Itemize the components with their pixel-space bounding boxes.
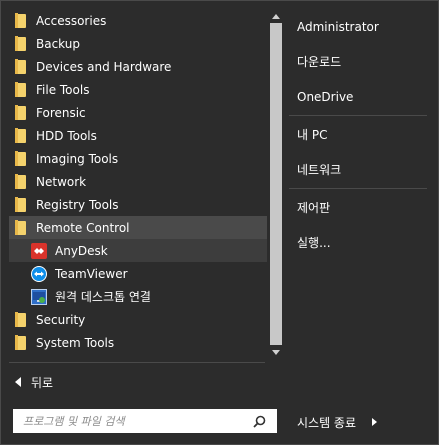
program-app-remote-desktop[interactable]: 원격 데스크톱 연결: [9, 285, 267, 308]
program-folder-network[interactable]: Network: [9, 170, 267, 193]
program-folder-remote-control[interactable]: Remote Control: [9, 216, 267, 239]
anydesk-icon: [31, 242, 47, 259]
right-panel-label: OneDrive: [297, 90, 354, 104]
network-link[interactable]: 네트워크: [289, 154, 432, 184]
divider: [9, 362, 265, 363]
folder-icon: [15, 59, 28, 74]
search-input[interactable]: [13, 410, 249, 432]
program-label: Imaging Tools: [36, 151, 119, 166]
program-label: TeamViewer: [55, 266, 128, 281]
program-folder-imaging-tools[interactable]: Imaging Tools: [9, 147, 267, 170]
downloads-link[interactable]: 다운로드: [289, 46, 432, 76]
folder-icon: [15, 82, 28, 97]
right-panel-label: 제어판: [297, 200, 331, 215]
start-menu: Accessories Backup Devices and Hardware …: [0, 0, 439, 445]
right-panel-label: 내 PC: [297, 127, 328, 142]
onedrive-link[interactable]: OneDrive: [289, 82, 432, 112]
search-box[interactable]: [13, 409, 277, 433]
program-label: Registry Tools: [36, 197, 119, 212]
program-list-panel: Accessories Backup Devices and Hardware …: [9, 9, 285, 359]
program-label: System Tools: [36, 335, 115, 350]
scroll-up-arrow-icon[interactable]: [268, 9, 284, 23]
folder-icon: [15, 197, 28, 212]
divider: [289, 188, 427, 189]
program-list: Accessories Backup Devices and Hardware …: [9, 9, 267, 359]
program-folder-registry-tools[interactable]: Registry Tools: [9, 193, 267, 216]
folder-icon: [15, 174, 28, 189]
search-icon[interactable]: [249, 411, 269, 431]
program-label: Accessories: [36, 13, 107, 28]
right-panel-label: 다운로드: [297, 54, 342, 69]
program-list-scrollbar[interactable]: [268, 9, 284, 359]
program-folder-accessories[interactable]: Accessories: [9, 9, 267, 32]
folder-open-icon: [15, 220, 28, 235]
program-folder-devices-and-hardware[interactable]: Devices and Hardware: [9, 55, 267, 78]
user-account-link[interactable]: Administrator: [289, 12, 432, 42]
right-panel-label: 실행...: [297, 235, 331, 250]
program-label: Backup: [36, 36, 80, 51]
program-label: HDD Tools: [36, 128, 97, 143]
scroll-down-arrow-icon[interactable]: [268, 345, 284, 359]
program-label: Remote Control: [36, 220, 130, 235]
back-arrow-icon: [15, 377, 21, 387]
shutdown-button[interactable]: 시스템 종료: [297, 413, 378, 431]
program-label: 원격 데스크톱 연결: [55, 290, 151, 304]
folder-icon: [15, 105, 28, 120]
folder-icon: [15, 151, 28, 166]
this-pc-link[interactable]: 내 PC: [289, 119, 432, 149]
program-app-teamviewer[interactable]: TeamViewer: [9, 262, 267, 285]
program-folder-hdd-tools[interactable]: HDD Tools: [9, 124, 267, 147]
program-folder-forensic[interactable]: Forensic: [9, 101, 267, 124]
right-panel-label: Administrator: [297, 20, 379, 34]
back-label: 뒤로: [31, 375, 54, 390]
control-panel-link[interactable]: 제어판: [289, 192, 432, 222]
program-label: Security: [36, 312, 86, 327]
run-link[interactable]: 실행...: [289, 227, 432, 257]
program-label: Devices and Hardware: [36, 59, 172, 74]
chevron-right-icon[interactable]: [372, 418, 378, 426]
back-button[interactable]: 뒤로: [15, 373, 53, 391]
program-folder-system-tools[interactable]: System Tools: [9, 331, 267, 354]
divider: [289, 115, 427, 116]
program-folder-backup[interactable]: Backup: [9, 32, 267, 55]
program-folder-security[interactable]: Security: [9, 308, 267, 331]
scrollbar-thumb[interactable]: [270, 23, 282, 345]
folder-icon: [15, 312, 28, 327]
folder-icon: [15, 128, 28, 143]
program-folder-file-tools[interactable]: File Tools: [9, 78, 267, 101]
program-app-anydesk[interactable]: AnyDesk: [9, 239, 267, 262]
teamviewer-icon: [31, 265, 47, 282]
folder-icon: [15, 13, 28, 28]
program-label: Forensic: [36, 105, 86, 120]
program-label: AnyDesk: [55, 243, 108, 258]
folder-icon: [15, 335, 28, 350]
folder-icon: [15, 36, 28, 51]
remote-desktop-icon: [31, 288, 47, 305]
program-label: Network: [36, 174, 87, 189]
right-panel-label: 네트워크: [297, 162, 342, 177]
program-label: File Tools: [36, 82, 90, 97]
shutdown-label: 시스템 종료: [297, 415, 357, 430]
